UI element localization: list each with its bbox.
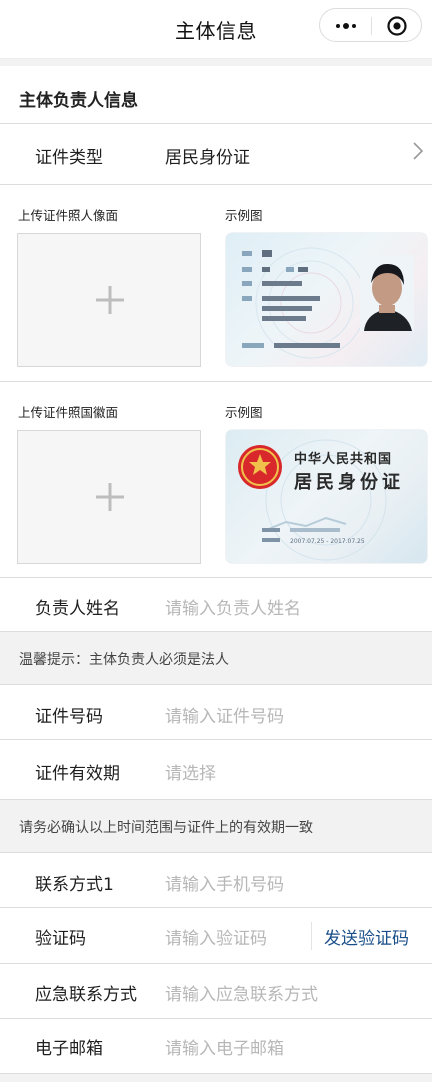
divider: [0, 1018, 432, 1019]
email-label: 电子邮箱: [35, 1039, 103, 1059]
notice-legal-person: 温馨提示：主体负责人必须是法人: [19, 652, 229, 668]
more-dots-icon[interactable]: [331, 15, 361, 37]
cert-type-value[interactable]: 居民身份证: [165, 143, 250, 168]
principal-name-label: 负责人姓名: [35, 599, 120, 619]
divider: [0, 631, 432, 632]
phone-input[interactable]: 请输入手机号码: [165, 870, 284, 895]
verify-code-label: 验证码: [35, 929, 86, 949]
target-circle-icon[interactable]: [386, 15, 408, 37]
upload-front-button[interactable]: [17, 233, 201, 367]
page: 主体信息 主体负责人信息 证件类型 居民身份证 上传证件照人像面 示例图 上传证…: [0, 0, 432, 1082]
validity-select[interactable]: 请选择: [165, 759, 216, 784]
divider: [0, 799, 432, 800]
divider: [0, 739, 432, 740]
email-input[interactable]: 请输入电子邮箱: [165, 1034, 284, 1059]
phone-label: 联系方式1: [35, 875, 114, 895]
upload-back-label: 上传证件照国徽面: [18, 405, 119, 420]
svg-text:2007.07.25 - 2017.07.25: 2007.07.25 - 2017.07.25: [290, 538, 365, 545]
plus-icon: [96, 483, 124, 511]
mini-program-capsule: [319, 8, 422, 42]
divider: [0, 123, 432, 124]
sample-front-label: 示例图: [225, 208, 263, 223]
chevron-right-icon[interactable]: [412, 141, 424, 161]
divider: [0, 963, 432, 964]
divider: [0, 1073, 432, 1074]
divider: [0, 907, 432, 908]
sample-back-label: 示例图: [225, 405, 263, 420]
nav-bar: 主体信息: [0, 0, 432, 59]
sample-id-back-image: 2007.07.25 - 2017.07.25 中华人民共和国 居民身份证: [226, 430, 427, 563]
notice-validity: 请务必确认以上时间范围与证件上的有效期一致: [19, 820, 313, 836]
divider: [0, 381, 432, 382]
sample-id-front-image: [226, 233, 427, 366]
validity-label: 证件有效期: [35, 764, 120, 784]
id-number-input[interactable]: 请输入证件号码: [165, 702, 284, 727]
sample-card-line1: 中华人民共和国: [294, 452, 393, 467]
emergency-contact-label: 应急联系方式: [35, 985, 137, 1005]
section-title: 主体负责人信息: [19, 91, 138, 111]
send-code-button[interactable]: 发送验证码: [324, 924, 409, 949]
divider: [0, 577, 432, 578]
sample-card-line2: 居民身份证: [294, 472, 404, 493]
send-code-divider: [311, 922, 312, 950]
plus-icon: [96, 286, 124, 314]
divider: [0, 184, 432, 185]
id-card-front-illustration: [242, 247, 414, 359]
emergency-contact-input[interactable]: 请输入应急联系方式: [165, 980, 318, 1005]
capsule-divider: [371, 17, 372, 35]
upload-front-label: 上传证件照人像面: [18, 208, 119, 223]
principal-name-input[interactable]: 请输入负责人姓名: [165, 594, 301, 619]
cert-type-label: 证件类型: [35, 148, 103, 168]
verify-code-input[interactable]: 请输入验证码: [165, 924, 267, 949]
upload-back-button[interactable]: [17, 430, 201, 564]
id-number-label: 证件号码: [35, 707, 103, 727]
